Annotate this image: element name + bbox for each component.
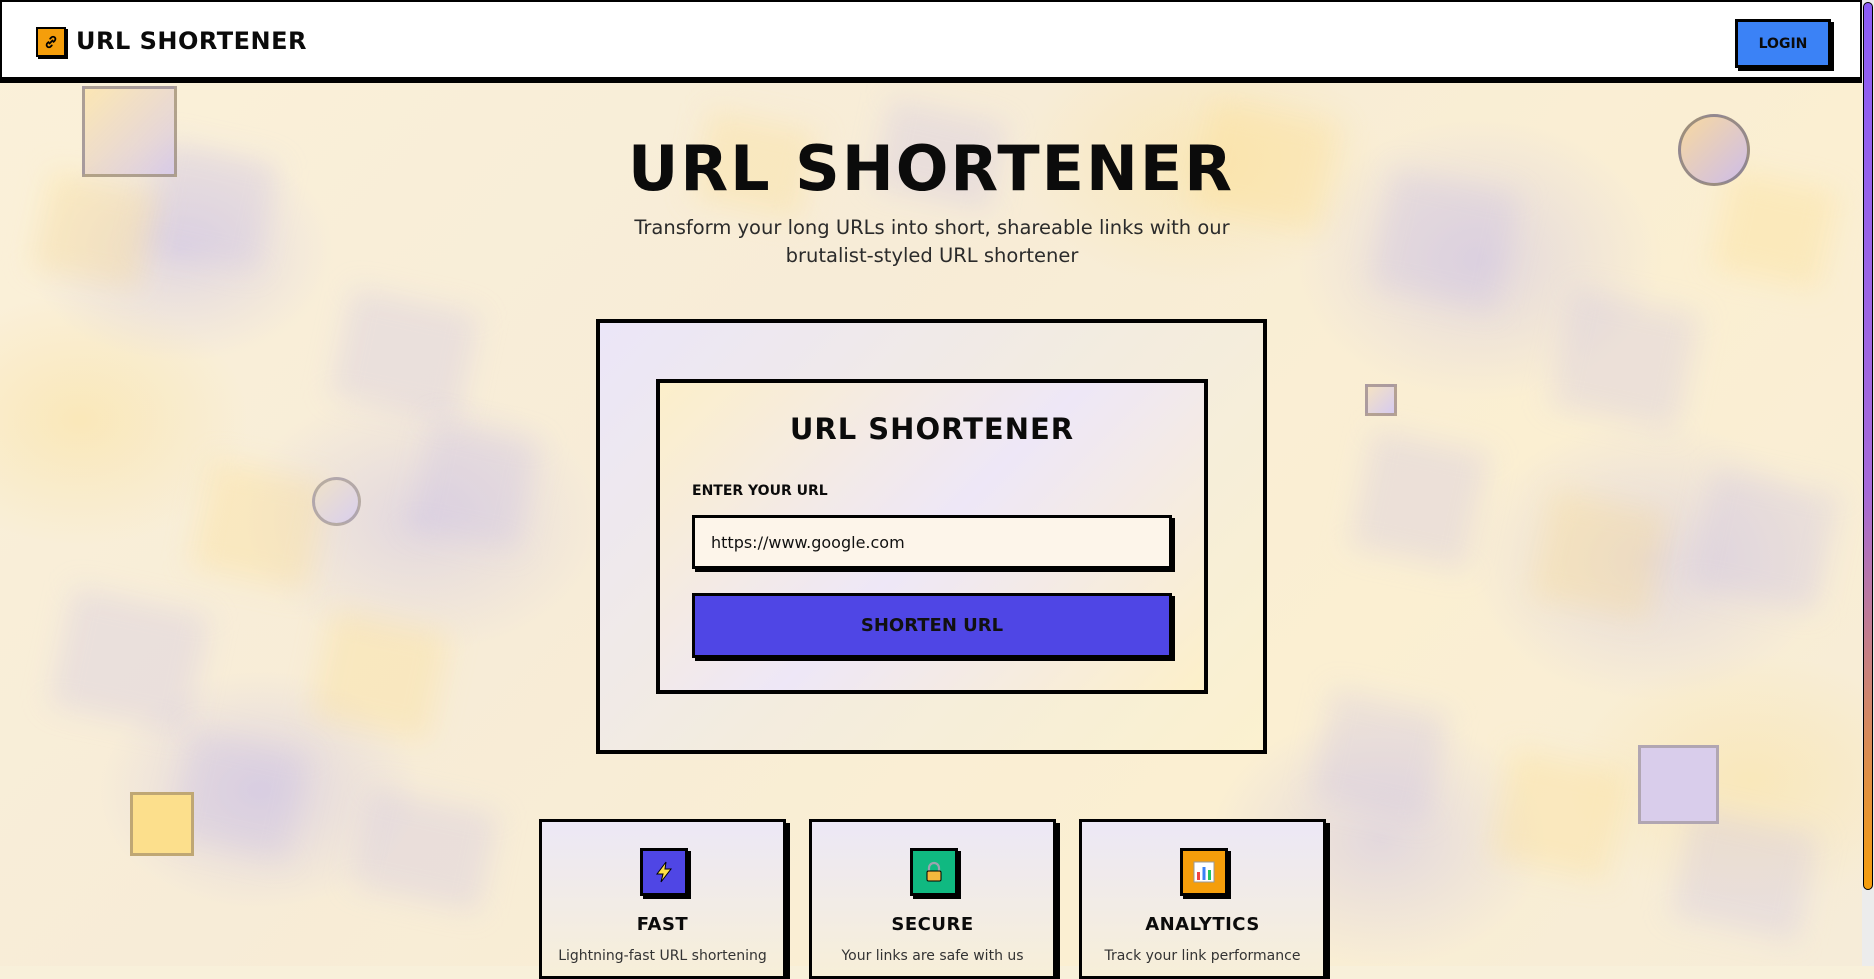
brand-name[interactable]: URL SHORTENER: [76, 27, 307, 55]
login-button[interactable]: LOGIN: [1735, 19, 1831, 68]
feature-title: ANALYTICS: [1145, 914, 1260, 935]
page-title: URL SHORTENER: [627, 132, 1234, 205]
link-icon[interactable]: [36, 27, 66, 57]
feature-card-analytics: ANALYTICS Track your link performance: [1079, 819, 1326, 979]
feature-description: Track your link performance: [1104, 948, 1301, 964]
shorten-url-button[interactable]: SHORTEN URL: [692, 593, 1172, 658]
url-input[interactable]: [692, 515, 1172, 569]
feature-card-secure: SECURE Your links are safe with us: [809, 819, 1056, 979]
feature-description: Lightning-fast URL shortening: [558, 948, 767, 964]
deco-yellow-square: [130, 792, 194, 856]
deco-small-square: [1365, 384, 1397, 416]
bar-chart-icon: [1180, 848, 1228, 896]
deco-purple-square: [1638, 745, 1719, 824]
feature-title: SECURE: [891, 914, 974, 935]
url-input-label: ENTER YOUR URL: [692, 483, 828, 499]
form-title: URL SHORTENER: [789, 412, 1075, 446]
feature-card-fast: FAST Lightning-fast URL shortening: [539, 819, 786, 979]
deco-circle-small: [312, 477, 361, 526]
lock-icon: [910, 848, 958, 896]
feature-title: FAST: [636, 914, 689, 935]
page-subtitle: Transform your long URLs into short, sha…: [634, 216, 1230, 267]
lightning-icon: [640, 848, 688, 896]
feature-description: Your links are safe with us: [841, 948, 1024, 964]
navbar: URL SHORTENER LOGIN: [0, 0, 1862, 83]
scrollbar-thumb[interactable]: [1863, 2, 1873, 890]
